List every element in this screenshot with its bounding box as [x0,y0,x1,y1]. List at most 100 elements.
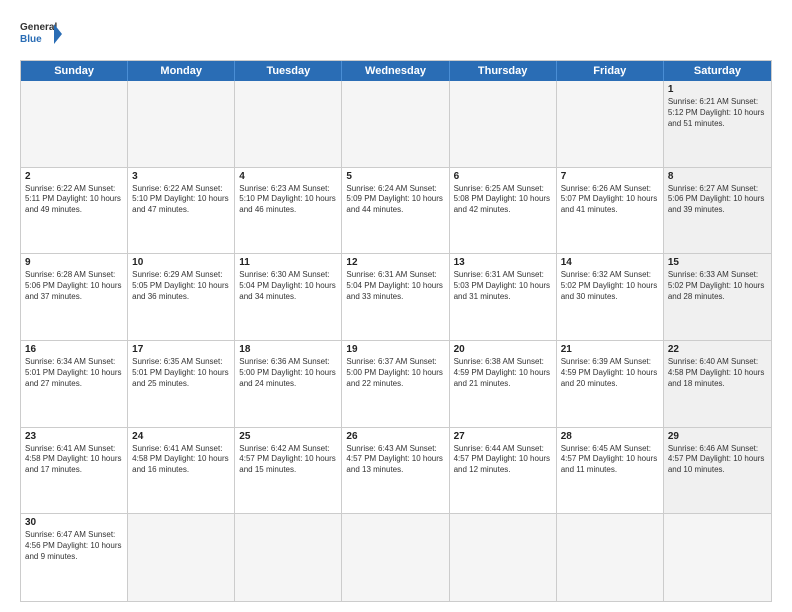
day-number: 26 [346,431,444,442]
svg-text:Blue: Blue [20,34,42,45]
day-info: Sunrise: 6:37 AM Sunset: 5:00 PM Dayligh… [346,357,444,389]
day-info: Sunrise: 6:45 AM Sunset: 4:57 PM Dayligh… [561,444,659,476]
day-info: Sunrise: 6:32 AM Sunset: 5:02 PM Dayligh… [561,270,659,302]
day-cell: 16 Sunrise: 6:34 AM Sunset: 5:01 PM Dayli… [21,341,128,427]
day-cell: 5Sunrise: 6:24 AM Sunset: 5:09 PM Daylig… [342,168,449,254]
day-number: 19 [346,344,444,355]
week-row-0: 1Sunrise: 6:21 AM Sunset: 5:12 PM Daylig… [21,81,771,168]
svg-text:General: General [20,22,57,33]
week-row-4: 23 Sunrise: 6:41 AM Sunset: 4:58 PM Dayli… [21,428,771,515]
day-number: 3 [132,171,230,182]
day-info: Sunrise: 6:35 AM Sunset: 5:01 PM Dayligh… [132,357,230,389]
day-number: 20 [454,344,552,355]
day-info: Sunrise: 6:26 AM Sunset: 5:07 PM Dayligh… [561,184,659,216]
day-header-sunday: Sunday [21,61,128,81]
day-cell: 21Sunrise: 6:39 AM Sunset: 4:59 PM Dayli… [557,341,664,427]
day-cell: 20 Sunrise: 6:38 AM Sunset: 4:59 PM Dayli… [450,341,557,427]
day-cell: 11 Sunrise: 6:30 AM Sunset: 5:04 PM Dayli… [235,254,342,340]
day-info: Sunrise: 6:46 AM Sunset: 4:57 PM Dayligh… [668,444,767,476]
day-cell [450,514,557,601]
day-cell [664,514,771,601]
day-cell [450,81,557,167]
day-info: Sunrise: 6:44 AM Sunset: 4:57 PM Dayligh… [454,444,552,476]
day-cell: 12Sunrise: 6:31 AM Sunset: 5:04 PM Dayli… [342,254,449,340]
day-cell: 29 Sunrise: 6:46 AM Sunset: 4:57 PM Dayli… [664,428,771,514]
day-cell [235,514,342,601]
day-info: Sunrise: 6:25 AM Sunset: 5:08 PM Dayligh… [454,184,552,216]
day-number: 27 [454,431,552,442]
day-info: Sunrise: 6:34 AM Sunset: 5:01 PM Dayligh… [25,357,123,389]
day-cell: 27 Sunrise: 6:44 AM Sunset: 4:57 PM Dayli… [450,428,557,514]
day-number: 16 [25,344,123,355]
logo-svg: General Blue [20,16,62,52]
day-cell: 14 Sunrise: 6:32 AM Sunset: 5:02 PM Dayli… [557,254,664,340]
day-cell: 6Sunrise: 6:25 AM Sunset: 5:08 PM Daylig… [450,168,557,254]
day-cell [342,514,449,601]
day-info: Sunrise: 6:41 AM Sunset: 4:58 PM Dayligh… [132,444,230,476]
day-number: 24 [132,431,230,442]
day-number: 21 [561,344,659,355]
day-cell: 13Sunrise: 6:31 AM Sunset: 5:03 PM Dayli… [450,254,557,340]
calendar: SundayMondayTuesdayWednesdayThursdayFrid… [20,60,772,602]
week-row-5: 30 Sunrise: 6:47 AM Sunset: 4:56 PM Dayli… [21,514,771,601]
day-info: Sunrise: 6:31 AM Sunset: 5:03 PM Dayligh… [454,270,552,302]
day-cell [557,81,664,167]
day-number: 22 [668,344,767,355]
day-header-monday: Monday [128,61,235,81]
day-cell: 25Sunrise: 6:42 AM Sunset: 4:57 PM Dayli… [235,428,342,514]
day-cell: 24 Sunrise: 6:41 AM Sunset: 4:58 PM Dayli… [128,428,235,514]
day-cell [557,514,664,601]
day-number: 30 [25,517,123,528]
day-number: 18 [239,344,337,355]
day-number: 8 [668,171,767,182]
day-number: 12 [346,257,444,268]
day-info: Sunrise: 6:42 AM Sunset: 4:57 PM Dayligh… [239,444,337,476]
day-cell: 28 Sunrise: 6:45 AM Sunset: 4:57 PM Dayli… [557,428,664,514]
week-row-2: 9Sunrise: 6:28 AM Sunset: 5:06 PM Daylig… [21,254,771,341]
day-cell [21,81,128,167]
day-number: 17 [132,344,230,355]
day-info: Sunrise: 6:24 AM Sunset: 5:09 PM Dayligh… [346,184,444,216]
day-cell: 17 Sunrise: 6:35 AM Sunset: 5:01 PM Dayli… [128,341,235,427]
day-number: 11 [239,257,337,268]
day-cell: 4 Sunrise: 6:23 AM Sunset: 5:10 PM Daylig… [235,168,342,254]
day-number: 14 [561,257,659,268]
day-cell: 15 Sunrise: 6:33 AM Sunset: 5:02 PM Dayli… [664,254,771,340]
day-header-tuesday: Tuesday [235,61,342,81]
day-cell: 7 Sunrise: 6:26 AM Sunset: 5:07 PM Daylig… [557,168,664,254]
day-header-thursday: Thursday [450,61,557,81]
day-cell: 19 Sunrise: 6:37 AM Sunset: 5:00 PM Dayli… [342,341,449,427]
day-number: 7 [561,171,659,182]
day-info: Sunrise: 6:38 AM Sunset: 4:59 PM Dayligh… [454,357,552,389]
day-cell: 30 Sunrise: 6:47 AM Sunset: 4:56 PM Dayli… [21,514,128,601]
day-header-wednesday: Wednesday [342,61,449,81]
day-header-saturday: Saturday [664,61,771,81]
day-number: 4 [239,171,337,182]
day-number: 29 [668,431,767,442]
day-info: Sunrise: 6:40 AM Sunset: 4:58 PM Dayligh… [668,357,767,389]
page: General Blue SundayMondayTuesdayWednesda… [0,0,792,612]
day-header-friday: Friday [557,61,664,81]
day-info: Sunrise: 6:22 AM Sunset: 5:11 PM Dayligh… [25,184,123,216]
calendar-grid: 1Sunrise: 6:21 AM Sunset: 5:12 PM Daylig… [21,81,771,601]
day-cell: 23Sunrise: 6:41 AM Sunset: 4:58 PM Dayli… [21,428,128,514]
day-cell: 18Sunrise: 6:36 AM Sunset: 5:00 PM Dayli… [235,341,342,427]
day-cell: 10Sunrise: 6:29 AM Sunset: 5:05 PM Dayli… [128,254,235,340]
day-number: 1 [668,84,767,95]
day-info: Sunrise: 6:23 AM Sunset: 5:10 PM Dayligh… [239,184,337,216]
day-number: 28 [561,431,659,442]
day-info: Sunrise: 6:47 AM Sunset: 4:56 PM Dayligh… [25,530,123,562]
week-row-1: 2 Sunrise: 6:22 AM Sunset: 5:11 PM Daylig… [21,168,771,255]
week-row-3: 16 Sunrise: 6:34 AM Sunset: 5:01 PM Dayli… [21,341,771,428]
header: General Blue [20,16,772,52]
day-number: 23 [25,431,123,442]
day-cell: 8Sunrise: 6:27 AM Sunset: 5:06 PM Daylig… [664,168,771,254]
day-info: Sunrise: 6:33 AM Sunset: 5:02 PM Dayligh… [668,270,767,302]
day-cell [128,81,235,167]
day-number: 15 [668,257,767,268]
day-cell: 9Sunrise: 6:28 AM Sunset: 5:06 PM Daylig… [21,254,128,340]
day-cell [128,514,235,601]
day-info: Sunrise: 6:30 AM Sunset: 5:04 PM Dayligh… [239,270,337,302]
day-number: 2 [25,171,123,182]
day-cell [342,81,449,167]
